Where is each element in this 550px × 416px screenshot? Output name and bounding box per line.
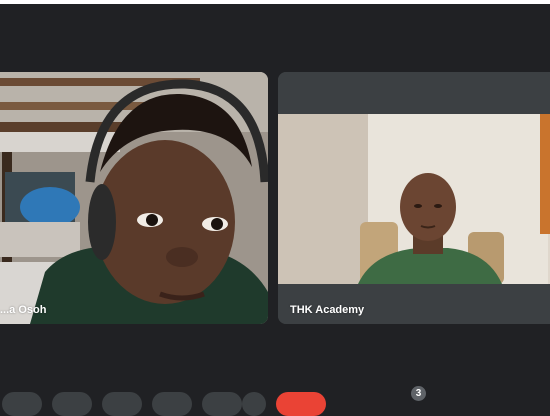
participant-name-label: ...a Osoh <box>0 304 47 316</box>
participants-count-badge[interactable]: 3 <box>411 386 426 401</box>
participant-tile-1[interactable]: ...a Osoh <box>0 72 268 324</box>
control-button[interactable] <box>52 392 92 416</box>
meeting-controls-bar <box>0 386 550 416</box>
participant-tile-2[interactable]: THK Academy <box>278 72 550 324</box>
more-options-button[interactable] <box>242 392 266 416</box>
browser-top-edge <box>0 0 550 4</box>
control-button[interactable] <box>2 392 42 416</box>
control-button[interactable] <box>102 392 142 416</box>
participant-name-label: THK Academy <box>290 304 365 316</box>
participant-video-2 <box>278 72 550 324</box>
control-button[interactable] <box>152 392 192 416</box>
control-button[interactable] <box>202 392 242 416</box>
end-call-button[interactable] <box>276 392 326 416</box>
participant-video-1 <box>0 72 268 324</box>
